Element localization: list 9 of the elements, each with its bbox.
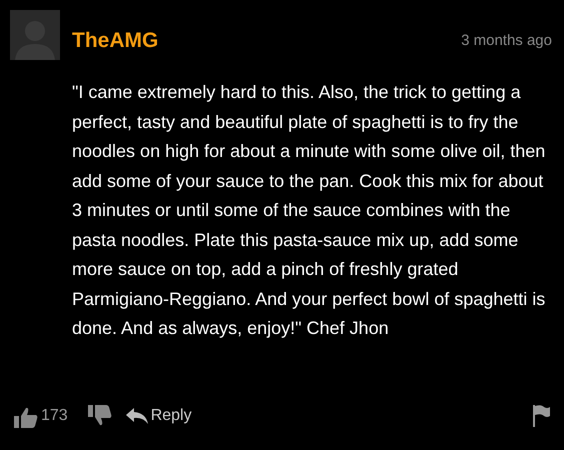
reply-button[interactable]: Reply — [126, 404, 192, 428]
thumbs-up-icon — [14, 406, 38, 428]
comment-time: 3 months ago — [461, 31, 553, 48]
reply-arrow-icon — [126, 408, 148, 424]
like-button[interactable]: 173 — [14, 404, 68, 428]
thumbs-down-icon[interactable] — [88, 405, 112, 427]
comment-text: "I came extremely hard to this. Also, the trick to getting a perfect, tasty and beautiful plate of spaghetti is to fry the noodles on high for about a minute with some olive oil, then add some of your sauce to the pan. Cook this mix for about 3 minutes or until some of the sauce combines with the pasta noodles. Plate this pasta-sauce mix up, add some more sauce on top, add a pinch of freshly grated Parmigiano-Reggiano. And your perfect bowl of spaghetti is done. And as always, enjoy!" Chef Jhon — [72, 81, 546, 340]
username[interactable]: TheAMG — [72, 30, 158, 51]
flag-icon[interactable] — [532, 405, 550, 427]
